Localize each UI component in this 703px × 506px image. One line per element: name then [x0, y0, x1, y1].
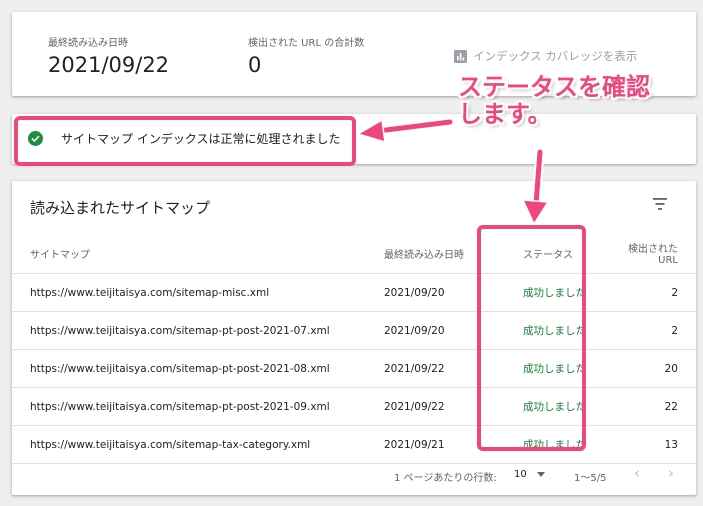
pagination: 1 ページあたりの行数: 10 1～5/5 ‹ ›	[12, 463, 696, 489]
cell-status: 成功しました	[505, 425, 624, 464]
cell-last-read: 2021/09/21	[383, 425, 505, 464]
last-read-value: 2021/09/22	[48, 53, 170, 77]
next-page-icon[interactable]: ›	[668, 464, 674, 482]
table-body: https://www.teijitaisya.com/sitemap-misc…	[12, 273, 696, 464]
url-count-label: 検出された URL の合計数	[248, 38, 365, 49]
table-row[interactable]: https://www.teijitaisya.com/sitemap-misc…	[12, 273, 696, 312]
sitemaps-table: サイトマップ 最終読み込み日時 ステータス 検出された URL https://…	[12, 233, 696, 464]
bar-chart-icon	[454, 49, 467, 63]
cell-status: 成功しました	[505, 349, 624, 388]
status-message: サイトマップ インデックスは正常に処理されました	[28, 130, 340, 147]
cell-last-read: 2021/09/22	[383, 349, 505, 388]
table-title: 読み込まれたサイトマップ	[30, 199, 211, 217]
col-header-status[interactable]: ステータス	[505, 233, 624, 274]
rows-per-page-select[interactable]: 10	[514, 469, 545, 480]
view-index-coverage-label: インデックス カバレッジを表示	[473, 49, 638, 63]
cell-last-read: 2021/09/22	[383, 387, 505, 426]
table-row[interactable]: https://www.teijitaisya.com/sitemap-pt-p…	[12, 387, 696, 426]
status-message-text: サイトマップ インデックスは正常に処理されました	[61, 132, 341, 146]
cell-urls: 22	[624, 387, 696, 426]
view-index-coverage-link[interactable]: インデックス カバレッジを表示	[454, 48, 637, 64]
annotation-line-2: します。	[458, 100, 552, 128]
filter-icon[interactable]	[652, 198, 668, 210]
annotation-callout: ステータスを確認 します。	[458, 74, 650, 128]
cell-sitemap: https://www.teijitaisya.com/sitemap-tax-…	[12, 425, 383, 464]
cell-urls: 20	[624, 349, 696, 388]
cell-sitemap: https://www.teijitaisya.com/sitemap-pt-p…	[12, 349, 383, 388]
cell-last-read: 2021/09/20	[383, 311, 505, 350]
annotation-line-1: ステータスを確認	[458, 73, 650, 101]
col-header-urls[interactable]: 検出された URL	[624, 233, 696, 274]
cell-urls: 2	[624, 273, 696, 312]
url-count-value: 0	[248, 53, 262, 77]
cell-last-read: 2021/09/20	[383, 273, 505, 312]
cell-sitemap: https://www.teijitaisya.com/sitemap-pt-p…	[12, 311, 383, 350]
table-row[interactable]: https://www.teijitaisya.com/sitemap-pt-p…	[12, 349, 696, 388]
cell-status: 成功しました	[505, 273, 624, 312]
check-circle-icon	[28, 131, 43, 146]
page-range: 1～5/5	[574, 473, 607, 484]
table-row[interactable]: https://www.teijitaisya.com/sitemap-pt-p…	[12, 311, 696, 350]
col-header-sitemap[interactable]: サイトマップ	[12, 233, 383, 274]
cell-urls: 13	[624, 425, 696, 464]
caret-down-icon	[536, 472, 545, 477]
last-read-label: 最終読み込み日時	[48, 38, 128, 49]
col-header-last-read[interactable]: 最終読み込み日時	[383, 233, 505, 274]
sitemaps-table-card: 読み込まれたサイトマップ サイトマップ 最終読み込み日時 ステータス 検出された…	[12, 181, 696, 495]
table-header-row: サイトマップ 最終読み込み日時 ステータス 検出された URL	[12, 233, 696, 274]
rows-per-page-value: 10	[514, 469, 527, 480]
cell-sitemap: https://www.teijitaisya.com/sitemap-misc…	[12, 273, 383, 312]
cell-urls: 2	[624, 311, 696, 350]
cell-status: 成功しました	[505, 387, 624, 426]
cell-status: 成功しました	[505, 311, 624, 350]
prev-page-icon[interactable]: ‹	[634, 464, 640, 482]
cell-sitemap: https://www.teijitaisya.com/sitemap-pt-p…	[12, 387, 383, 426]
rows-per-page-label: 1 ページあたりの行数:	[394, 473, 497, 484]
table-row[interactable]: https://www.teijitaisya.com/sitemap-tax-…	[12, 425, 696, 464]
